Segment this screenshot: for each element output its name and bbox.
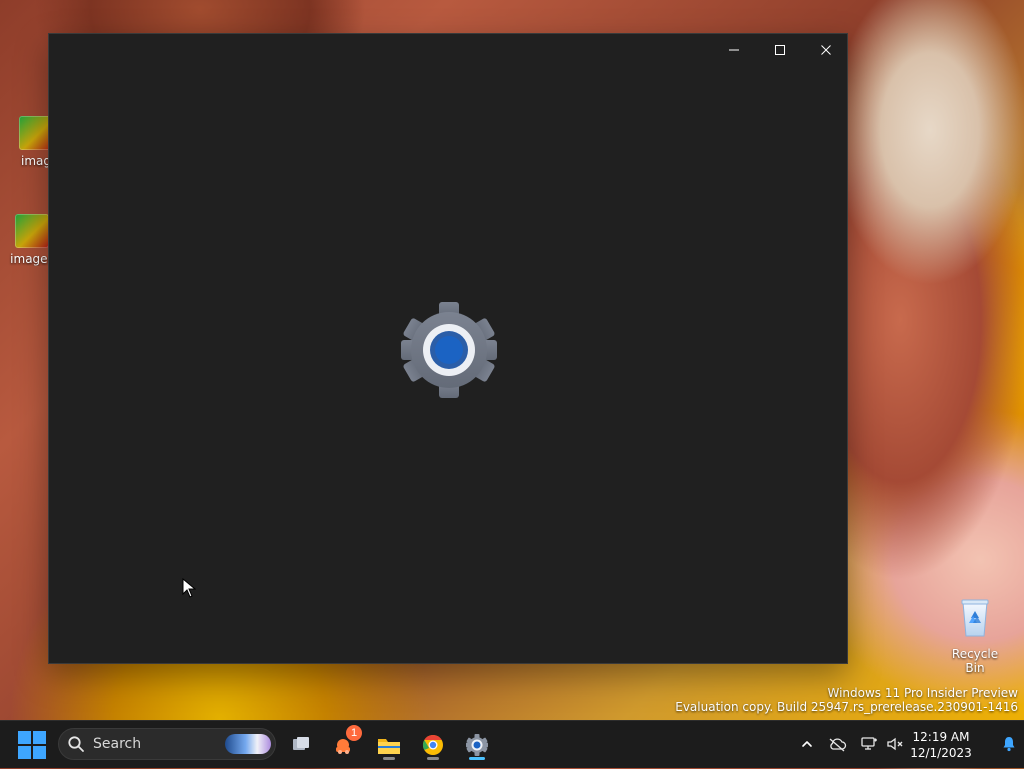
search-placeholder: Search	[93, 736, 142, 752]
file-explorer-button[interactable]	[372, 728, 406, 762]
search-highlight-image	[225, 734, 271, 754]
settings-taskbar-button[interactable]	[460, 728, 494, 762]
os-watermark: Windows 11 Pro Insider Preview Evaluatio…	[675, 686, 1018, 714]
start-button[interactable]	[18, 731, 46, 759]
watermark-line-1: Windows 11 Pro Insider Preview	[827, 686, 1018, 700]
windows-logo-tile	[33, 746, 46, 759]
system-tray: 12:19 AM 12/1/2023	[794, 721, 1024, 769]
taskbar: Search 1 12:19 AM 12/1/2023	[0, 720, 1024, 768]
running-indicator	[383, 757, 395, 760]
image-file-icon	[15, 214, 49, 248]
recycle-bin-icon	[961, 599, 989, 637]
close-button[interactable]	[803, 34, 849, 66]
show-hidden-icons-button[interactable]	[796, 733, 818, 755]
watermark-line-2: Evaluation copy. Build 25947.rs_prerelea…	[675, 700, 1018, 714]
volume-muted-icon	[887, 737, 903, 751]
onedrive-button[interactable]	[826, 733, 848, 755]
maximize-icon	[775, 45, 785, 55]
notification-center-button[interactable]	[998, 733, 1020, 755]
active-window-indicator	[469, 757, 485, 760]
taskbar-search[interactable]: Search	[58, 728, 276, 760]
notification-count-badge: 1	[346, 725, 362, 741]
close-icon	[821, 45, 831, 55]
bell-icon	[1003, 737, 1015, 752]
task-view-icon	[293, 737, 309, 750]
network-icon	[861, 737, 877, 750]
file-explorer-icon	[378, 739, 400, 754]
taskbar-clock[interactable]: 12:19 AM 12/1/2023	[905, 729, 977, 761]
windows-logo-tile	[18, 746, 31, 759]
minimize-button[interactable]	[711, 34, 757, 66]
maximize-button[interactable]	[757, 34, 803, 66]
volume-button[interactable]	[884, 733, 906, 755]
settings-window	[48, 33, 848, 664]
running-indicator	[427, 757, 439, 760]
window-titlebar[interactable]	[49, 34, 847, 66]
onedrive-offline-icon	[829, 738, 847, 752]
windows-logo-tile	[18, 731, 31, 744]
windows-logo-tile	[33, 731, 46, 744]
notifications-app-button[interactable]: 1	[328, 725, 362, 762]
clock-time: 12:19 AM	[912, 730, 970, 744]
settings-gear-icon	[401, 302, 497, 398]
chrome-button[interactable]	[416, 728, 450, 762]
search-icon	[68, 736, 84, 752]
clock-date: 12/1/2023	[910, 746, 972, 760]
chrome-icon	[423, 735, 443, 755]
recycle-bin-label: Recycle Bin	[951, 647, 999, 675]
minimize-icon	[729, 49, 739, 51]
network-button[interactable]	[858, 733, 880, 755]
recycle-bin[interactable]: Recycle Bin	[944, 596, 1006, 675]
chevron-up-icon	[802, 741, 812, 747]
task-view-button[interactable]	[284, 728, 318, 762]
settings-icon	[466, 734, 488, 756]
mouse-pointer-icon	[182, 578, 196, 598]
